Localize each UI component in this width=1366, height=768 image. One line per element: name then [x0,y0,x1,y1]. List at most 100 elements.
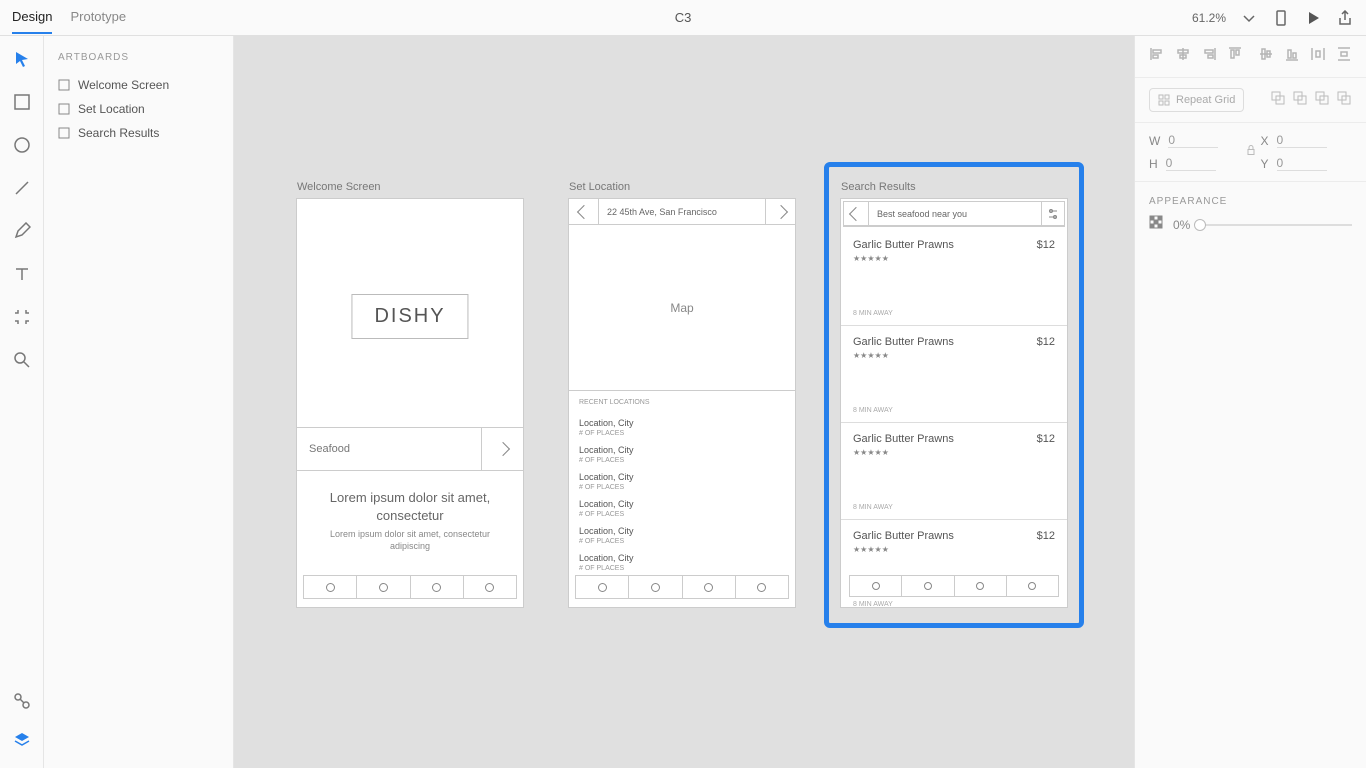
share-icon[interactable] [1336,9,1354,27]
distribute-h-icon[interactable] [1310,46,1326,67]
desc-line2: Lorem ipsum dolor sit amet, consectetur … [317,529,503,552]
logo-text: DISHY [351,294,468,339]
h-label: H [1149,157,1158,171]
location-item: Location, City# OF PLACES [569,468,795,495]
location-name: Location, City [579,472,785,482]
align-middle-icon[interactable] [1258,46,1274,67]
search-query: Best seafood near you [869,201,1041,226]
bool-subtract-icon[interactable] [1292,90,1308,111]
select-tool-icon[interactable] [13,50,31,73]
align-top-icon[interactable] [1227,46,1243,67]
line-tool-icon[interactable] [13,179,31,202]
nav-dot-icon [976,582,984,590]
opacity-value: 0% [1173,218,1190,232]
tab-design[interactable]: Design [12,1,52,34]
assets-icon[interactable] [13,692,31,715]
nav-dot-icon [872,582,880,590]
location-header: 22 45th Ave, San Francisco [569,199,795,225]
location-item: Location, City# OF PLACES [569,495,795,522]
align-left-icon[interactable] [1149,46,1165,67]
nav-dot-icon [326,583,335,592]
artboard-location[interactable]: Set Location 22 45th Ave, San Francisco … [568,198,796,608]
layer-item-results[interactable]: Search Results [58,121,219,145]
canvas[interactable]: Welcome Screen DISHY Seafood Lorem ipsum… [234,36,1134,768]
result-stars: ★★★★★ [853,545,1055,554]
result-item: Garlic Butter Prawns$12★★★★★8 MIN AWAY [841,229,1067,326]
results-header: Best seafood near you [843,201,1065,227]
location-item: Location, City# OF PLACES [569,522,795,549]
result-name: Garlic Butter Prawns [853,433,1055,445]
artboard-welcome[interactable]: Welcome Screen DISHY Seafood Lorem ipsum… [296,198,524,608]
tab-prototype[interactable]: Prototype [70,1,126,34]
nav-bar [303,575,517,599]
artboard-label[interactable]: Welcome Screen [297,181,381,193]
repeat-grid-button[interactable]: Repeat Grid [1149,88,1244,112]
distribute-v-icon[interactable] [1336,46,1352,67]
bool-exclude-icon[interactable] [1336,90,1352,111]
location-sub: # OF PLACES [579,457,785,464]
layers-icon[interactable] [13,731,31,754]
location-item: Location, City# OF PLACES [569,441,795,468]
artboard-label[interactable]: Set Location [569,181,630,193]
location-name: Location, City [579,418,785,428]
zoom-level[interactable]: 61.2% [1192,11,1226,25]
recent-heading: RECENT LOCATIONS [569,391,795,414]
arrow-right-icon [773,204,787,218]
nav-dot-icon [485,583,494,592]
opacity-slider[interactable] [1200,224,1352,226]
ellipse-tool-icon[interactable] [13,136,31,159]
x-label: X [1261,134,1269,148]
y-input[interactable] [1277,156,1327,171]
device-preview-icon[interactable] [1272,9,1290,27]
location-sub: # OF PLACES [579,511,785,518]
align-right-icon[interactable] [1201,46,1217,67]
rectangle-tool-icon[interactable] [13,93,31,116]
result-price: $12 [1037,336,1055,348]
artboard-label[interactable]: Search Results [841,181,916,193]
appearance-heading: APPEARANCE [1135,182,1366,215]
play-icon[interactable] [1304,9,1322,27]
desc-line1: Lorem ipsum dolor sit amet, consectetur [317,489,503,525]
artboard-tool-icon[interactable] [13,308,31,331]
result-price: $12 [1037,433,1055,445]
opacity-icon [1149,215,1163,234]
layer-item-location[interactable]: Set Location [58,97,219,121]
layer-label: Welcome Screen [78,78,169,92]
zoom-tool-icon[interactable] [13,351,31,374]
result-stars: ★★★★★ [853,254,1055,263]
result-name: Garlic Butter Prawns [853,336,1055,348]
w-label: W [1149,134,1160,148]
arrow-right-icon [495,442,509,456]
bool-intersect-icon[interactable] [1314,90,1330,111]
height-input[interactable] [1166,156,1216,171]
location-item: Location, City # OF PLACES [569,414,795,441]
arrow-left-icon [576,204,590,218]
bool-add-icon[interactable] [1270,90,1286,111]
welcome-search-bar: Seafood [296,427,524,471]
chevron-down-icon[interactable] [1240,9,1258,27]
result-name: Garlic Butter Prawns [853,530,1055,542]
y-label: Y [1261,157,1269,171]
nav-dot-icon [651,583,660,592]
layer-label: Set Location [78,102,145,116]
nav-dot-icon [1028,582,1036,590]
dimensions-section: W X H Y [1135,123,1366,182]
result-distance: 8 MIN AWAY [853,504,893,511]
result-stars: ★★★★★ [853,351,1055,360]
welcome-description: Lorem ipsum dolor sit amet, consectetur … [317,489,503,553]
layers-heading: ARTBOARDS [58,52,219,63]
x-input[interactable] [1277,133,1327,148]
pen-tool-icon[interactable] [13,222,31,245]
align-bottom-icon[interactable] [1284,46,1300,67]
lock-aspect-icon[interactable] [1245,145,1257,160]
align-center-h-icon[interactable] [1175,46,1191,67]
text-tool-icon[interactable] [13,265,31,288]
artboard-results[interactable]: Search Results Best seafood near you Gar… [840,198,1068,608]
nav-bar [575,575,789,599]
nav-bar [849,575,1059,597]
location-sub: # OF PLACES [579,430,785,437]
result-name: Garlic Butter Prawns [853,239,1055,251]
result-stars: ★★★★★ [853,448,1055,457]
layer-item-welcome[interactable]: Welcome Screen [58,73,219,97]
width-input[interactable] [1168,133,1218,148]
